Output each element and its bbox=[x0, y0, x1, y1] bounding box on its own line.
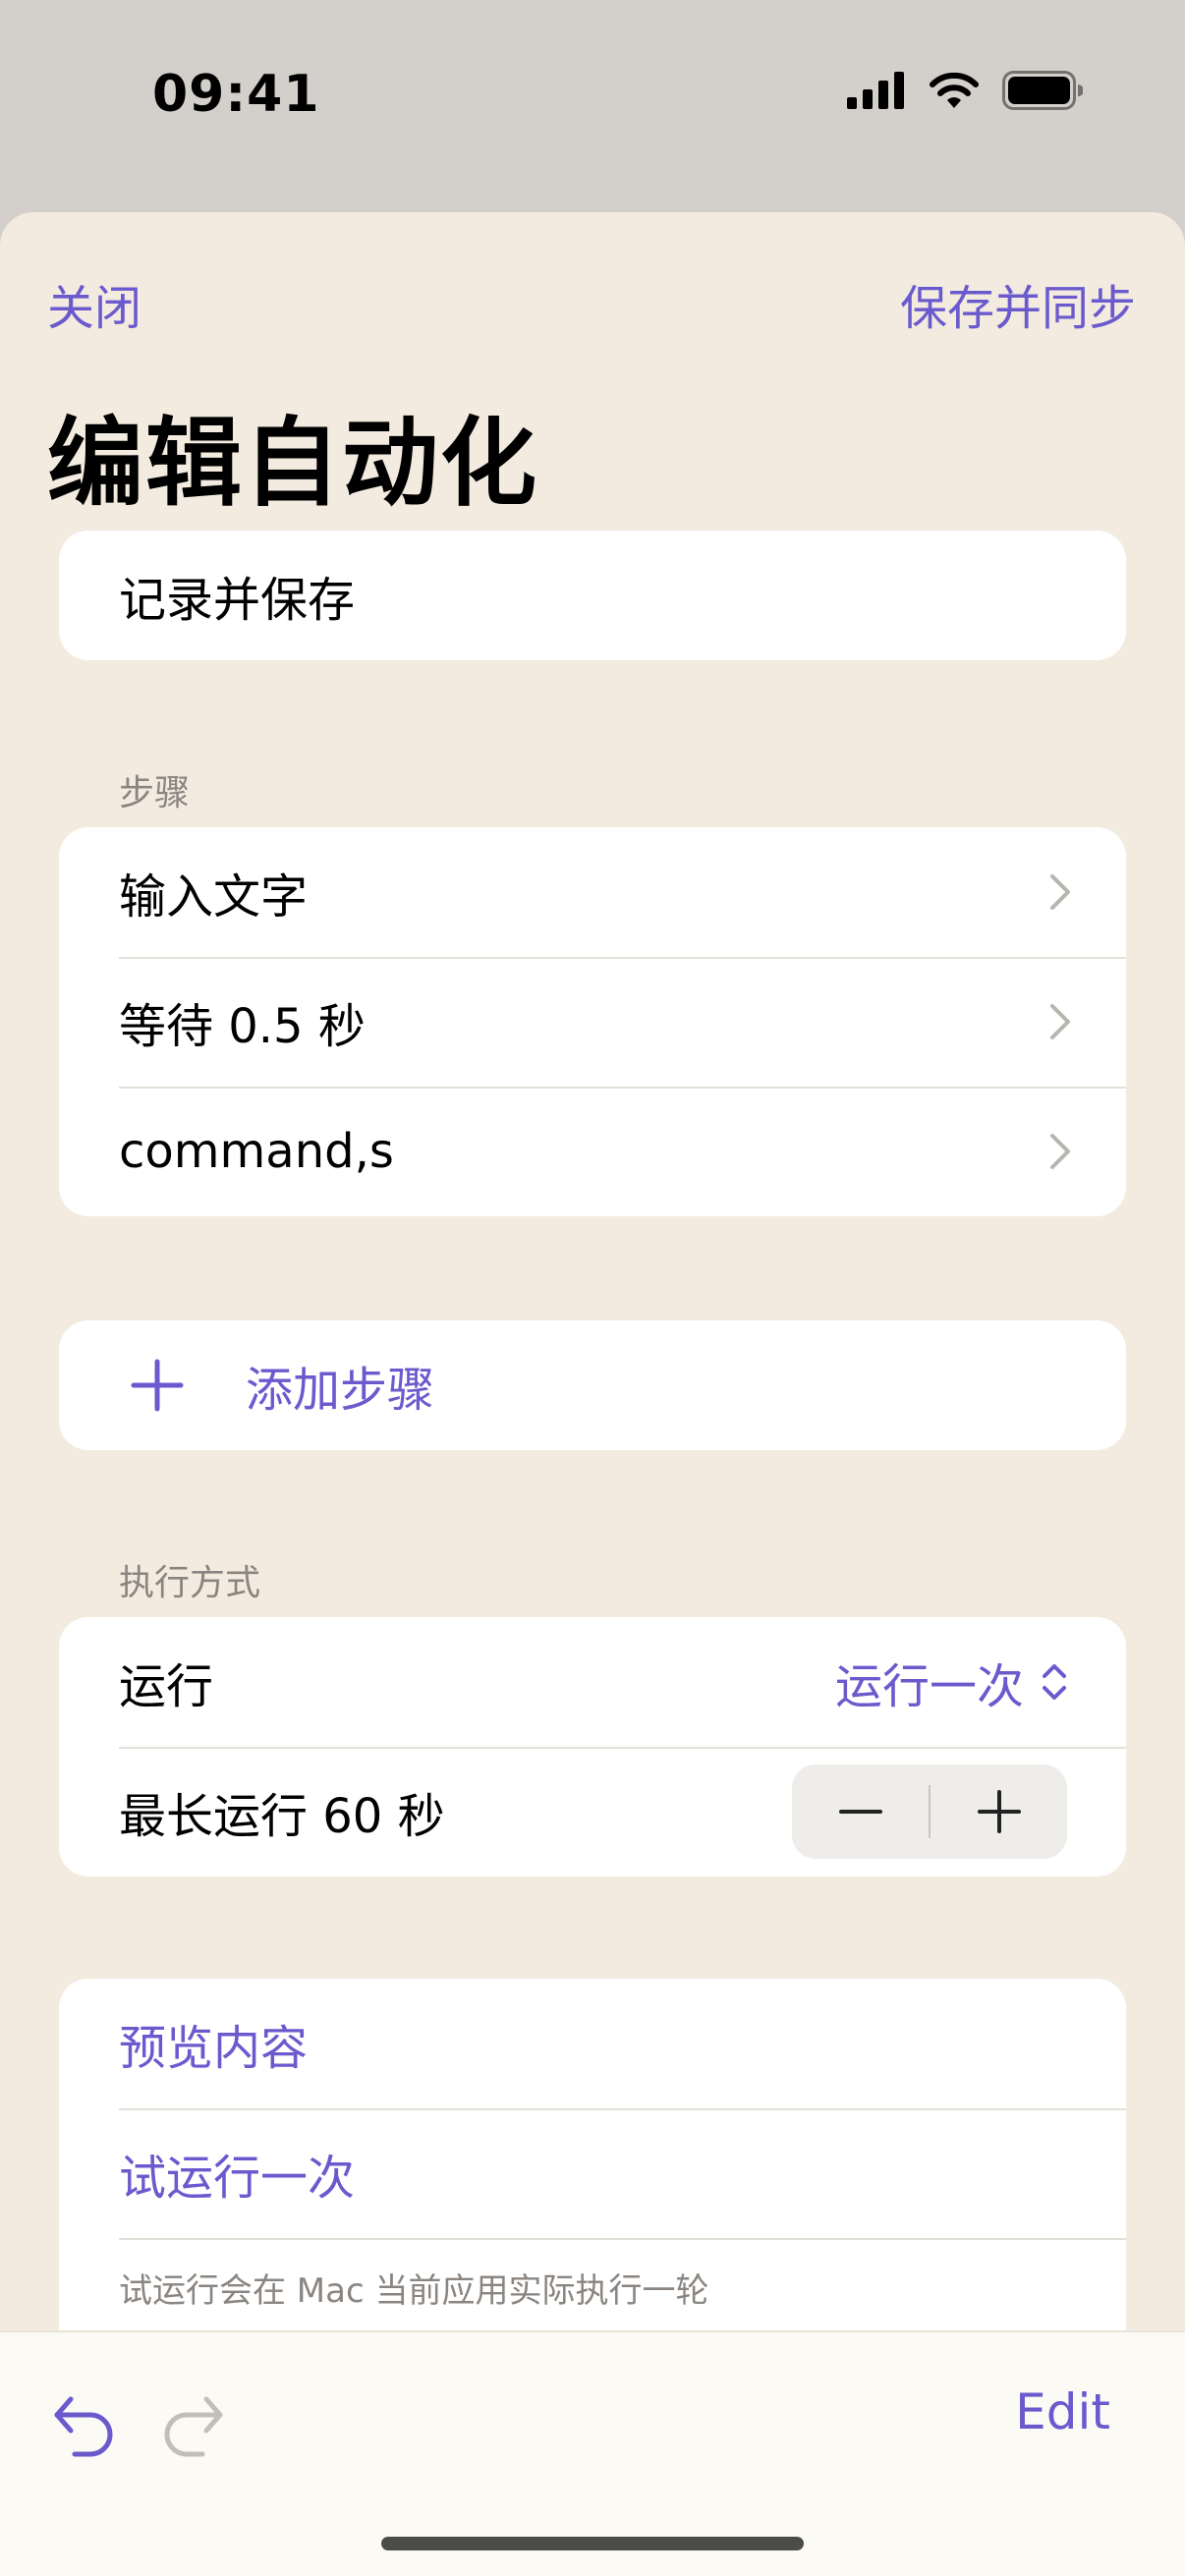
status-time: 09:41 bbox=[152, 65, 320, 124]
battery-icon bbox=[1002, 71, 1083, 110]
steps-card: 输入文字 等待 0.5 秒 command,s bbox=[59, 827, 1126, 1216]
step-label: command,s bbox=[119, 1124, 394, 1179]
chevron-right-icon bbox=[1050, 1134, 1070, 1169]
chevron-right-icon bbox=[1050, 874, 1070, 910]
execution-section-label: 执行方式 bbox=[119, 1563, 261, 1603]
status-icons bbox=[847, 71, 1083, 110]
cellular-signal-icon bbox=[847, 72, 904, 109]
add-step-label: 添加步骤 bbox=[246, 1363, 435, 1418]
increment-button[interactable] bbox=[931, 1764, 1067, 1859]
run-mode-picker[interactable]: 运行一次 bbox=[835, 1648, 1067, 1716]
edit-automation-sheet: 关闭 保存并同步 编辑自动化 记录并保存 步骤 输入文字 等待 0.5 秒 co… bbox=[0, 212, 1185, 2576]
automation-name-field[interactable]: 记录并保存 bbox=[59, 531, 1126, 660]
close-button[interactable]: 关闭 bbox=[47, 269, 141, 338]
max-run-label: 最长运行 60 秒 bbox=[119, 1789, 445, 1844]
status-bar: 09:41 bbox=[0, 0, 1185, 196]
save-and-sync-button[interactable]: 保存并同步 bbox=[900, 269, 1136, 338]
chevron-right-icon bbox=[1050, 1004, 1070, 1039]
steps-section-label: 步骤 bbox=[119, 773, 191, 813]
plus-icon bbox=[131, 1359, 184, 1412]
execution-card: 运行 运行一次 最长运行 60 秒 bbox=[59, 1617, 1126, 1876]
max-run-row: 最长运行 60 秒 bbox=[59, 1747, 1126, 1876]
run-mode-row[interactable]: 运行 运行一次 bbox=[59, 1617, 1126, 1747]
step-row-wait[interactable]: 等待 0.5 秒 bbox=[59, 957, 1126, 1087]
add-step-button[interactable]: 添加步骤 bbox=[59, 1320, 1126, 1450]
test-run-footnote: 试运行会在 Mac 当前应用实际执行一轮 bbox=[59, 2238, 1126, 2336]
step-label: 等待 0.5 秒 bbox=[119, 999, 366, 1054]
home-indicator bbox=[381, 2537, 804, 2550]
max-run-stepper[interactable] bbox=[792, 1764, 1067, 1859]
chevron-up-down-icon bbox=[1043, 1664, 1066, 1700]
decrement-button[interactable] bbox=[792, 1764, 929, 1859]
name-card: 记录并保存 bbox=[59, 531, 1126, 660]
redo-icon[interactable] bbox=[157, 2389, 228, 2460]
page-title: 编辑自动化 bbox=[47, 408, 539, 520]
add-step-card: 添加步骤 bbox=[59, 1320, 1126, 1450]
preview-content-button[interactable]: 预览内容 bbox=[59, 1979, 1126, 2108]
plus-icon bbox=[977, 1790, 1021, 1833]
step-row-type-text[interactable]: 输入文字 bbox=[59, 827, 1126, 957]
test-run-button[interactable]: 试运行一次 bbox=[59, 2108, 1126, 2238]
run-mode-label: 运行 bbox=[119, 1659, 214, 1714]
step-label: 输入文字 bbox=[119, 869, 309, 924]
edit-button[interactable]: Edit bbox=[1015, 2383, 1110, 2440]
undo-icon[interactable] bbox=[49, 2389, 120, 2460]
run-mode-value: 运行一次 bbox=[834, 1659, 1024, 1714]
minus-icon bbox=[838, 1810, 882, 1814]
step-row-shortcut[interactable]: command,s bbox=[59, 1087, 1126, 1216]
wifi-icon bbox=[930, 72, 979, 108]
